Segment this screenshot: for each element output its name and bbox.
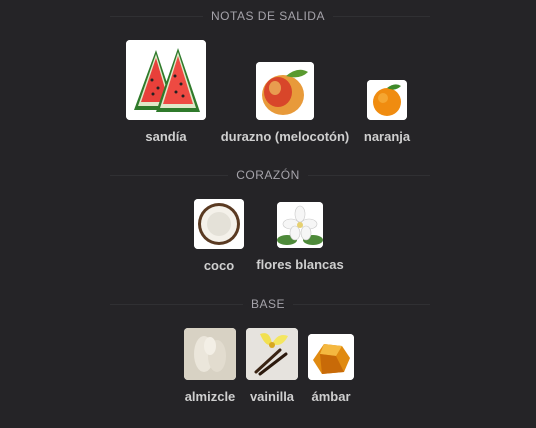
musk-icon [184, 328, 236, 380]
note-coconut[interactable]: coco [179, 199, 259, 273]
note-white-flowers[interactable]: flores blancas [254, 202, 346, 272]
note-watermelon[interactable]: sandía [105, 40, 227, 144]
section-title-base-notes: BASE [0, 296, 536, 312]
note-label: durazno (melocotón) [220, 129, 350, 144]
note-amber[interactable]: ámbar [300, 334, 362, 404]
section-title-heart-notes: CORAZÓN [0, 167, 536, 183]
note-label: flores blancas [256, 257, 344, 272]
orange-icon [367, 80, 407, 120]
note-label: coco [203, 258, 235, 273]
section-title-top-notes: NOTAS DE SALIDA [0, 8, 536, 24]
peach-icon [256, 62, 314, 120]
note-peach[interactable]: durazno (melocotón) [215, 62, 355, 144]
amber-icon [308, 334, 354, 380]
section-title-label: BASE [242, 297, 293, 311]
coconut-icon [194, 199, 244, 249]
note-orange[interactable]: naranja [349, 80, 425, 144]
vanilla-icon [246, 328, 298, 380]
watermelon-icon [126, 40, 206, 120]
note-label: naranja [363, 129, 411, 144]
note-musk[interactable]: almizcle [174, 328, 246, 404]
note-label: ámbar [311, 389, 351, 404]
note-label: almizcle [184, 389, 236, 404]
section-title-label: NOTAS DE SALIDA [203, 9, 333, 23]
section-title-label: CORAZÓN [228, 168, 308, 182]
note-label: vainilla [249, 389, 295, 404]
note-label: sandía [145, 129, 187, 144]
white-flowers-icon [277, 202, 323, 248]
note-vanilla[interactable]: vainilla [242, 328, 302, 404]
